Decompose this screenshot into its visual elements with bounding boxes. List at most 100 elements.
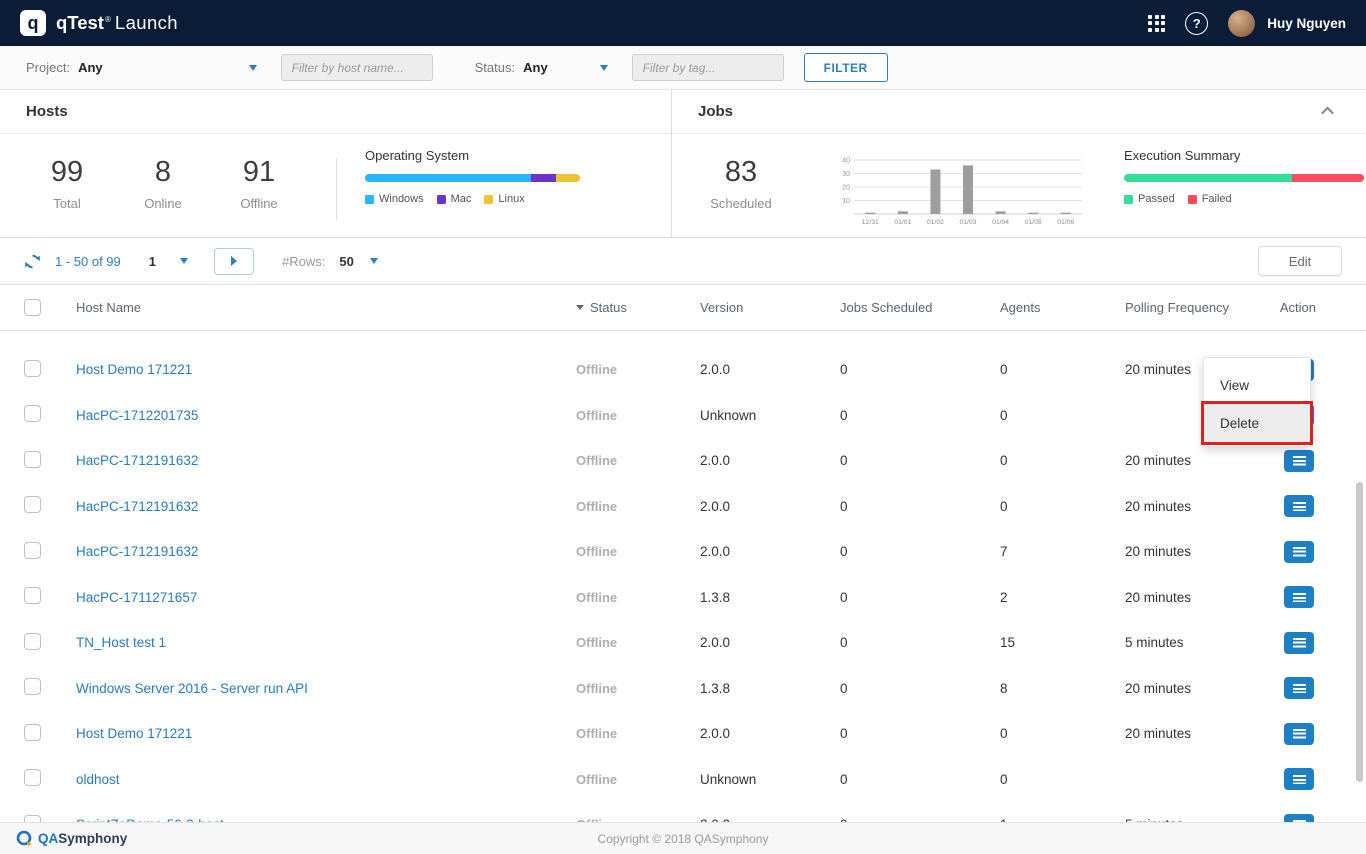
project-label: Project: [26, 60, 70, 75]
edit-button[interactable]: Edit [1258, 246, 1342, 276]
host-name-link[interactable]: HacPC-1712201735 [76, 408, 198, 423]
user-name[interactable]: Huy Nguyen [1267, 16, 1346, 31]
row-checkbox[interactable] [24, 769, 41, 786]
pagination-range: 1 - 50 of 99 [55, 254, 121, 269]
agents-count: 0 [978, 499, 1103, 514]
svg-text:10: 10 [842, 198, 850, 205]
rows-per-page-dropdown[interactable]: 50 [339, 254, 377, 269]
stat-label: Scheduled [710, 196, 772, 211]
user-avatar[interactable] [1228, 10, 1255, 37]
svg-text:01/02: 01/02 [927, 219, 944, 226]
refresh-button[interactable] [24, 253, 41, 270]
host-version: Unknown [678, 772, 818, 787]
svg-text:40: 40 [842, 158, 850, 165]
apps-grid-icon[interactable] [1148, 15, 1165, 32]
table-row: Host Demo 171221Offline2.0.00020 minutes [0, 347, 1366, 393]
host-status: Offline [556, 453, 678, 468]
hamburger-menu-icon [1293, 456, 1306, 466]
qasymphony-logo[interactable]: QASymphony [16, 830, 127, 847]
polling-frequency: 20 minutes [1103, 544, 1263, 559]
host-name-link[interactable]: HacPC-1712191632 [76, 453, 198, 468]
header-polling-frequency[interactable]: Polling Frequency [1103, 300, 1263, 315]
legend-item: Windows [365, 193, 424, 205]
polling-frequency: 20 minutes [1103, 453, 1263, 468]
legend-swatch [484, 195, 493, 204]
host-name-link[interactable]: HacPC-1712191632 [76, 499, 198, 514]
host-version: 1.3.8 [678, 681, 818, 696]
row-checkbox[interactable] [24, 724, 41, 741]
chevron-down-icon [370, 258, 378, 264]
segment-linux [556, 174, 580, 182]
table-body: Host Demo 171221Offline2.0.00020 minutes… [0, 331, 1366, 822]
host-name-link[interactable]: Host Demo 171221 [76, 726, 192, 741]
polling-frequency: 20 minutes [1103, 499, 1263, 514]
host-name-link[interactable]: Windows Server 2016 - Server run API [76, 681, 308, 696]
legend-swatch [437, 195, 446, 204]
page-dropdown[interactable]: 1 [149, 254, 188, 269]
host-status: Offline [556, 772, 678, 787]
row-checkbox[interactable] [24, 451, 41, 468]
host-name-link[interactable]: TN_Host test 1 [76, 635, 166, 650]
exec-chart-title: Execution Summary [1124, 148, 1364, 163]
host-version: 2.0.0 [678, 726, 818, 741]
stat-value: 99 [36, 156, 98, 189]
header-action: Action [1263, 300, 1366, 315]
row-checkbox[interactable] [24, 496, 41, 513]
help-icon[interactable]: ? [1185, 12, 1208, 35]
row-action-menu-button[interactable] [1284, 814, 1314, 822]
hamburger-menu-icon [1293, 684, 1306, 694]
rows-label: #Rows: [282, 254, 325, 269]
header-status[interactable]: Status [556, 300, 678, 315]
header-agents[interactable]: Agents [978, 300, 1103, 315]
page-footer: Copyright © 2018 QASymphony QASymphony [0, 822, 1366, 854]
hamburger-menu-icon [1293, 593, 1306, 603]
row-checkbox[interactable] [24, 587, 41, 604]
table-toolbar: 1 - 50 of 99 1 #Rows: 50 Edit [0, 238, 1366, 285]
row-action-menu-button[interactable] [1284, 677, 1314, 699]
next-page-button[interactable] [214, 248, 254, 275]
polling-frequency: 20 minutes [1103, 726, 1263, 741]
agents-count: 15 [978, 635, 1103, 650]
status-dropdown[interactable]: Status: Any [475, 60, 608, 75]
row-action-menu-button[interactable] [1284, 495, 1314, 517]
row-action-menu-button[interactable] [1284, 632, 1314, 654]
jobs-scheduled-count: 0 [818, 544, 978, 559]
hosts-offline-stat: 91 Offline [228, 156, 290, 211]
vertical-scrollbar[interactable] [1356, 482, 1363, 782]
row-checkbox[interactable] [24, 815, 41, 822]
operating-system-chart: Operating System WindowsMacLinux [365, 148, 580, 205]
host-name-filter-input[interactable] [281, 54, 433, 81]
qasymphony-logo-icon [16, 830, 33, 847]
header-jobs-scheduled[interactable]: Jobs Scheduled [818, 300, 978, 315]
chevron-down-icon [600, 65, 608, 71]
menu-item-delete[interactable]: Delete [1204, 404, 1310, 442]
navbar-right: ? Huy Nguyen [1148, 10, 1346, 37]
collapse-panel-button[interactable] [1314, 100, 1340, 124]
host-name-link[interactable]: HacPC-1712191632 [76, 544, 198, 559]
row-action-menu-button[interactable] [1284, 450, 1314, 472]
row-checkbox[interactable] [24, 405, 41, 422]
host-name-link[interactable]: HacPC-1711271657 [76, 590, 197, 605]
host-name-link[interactable]: Host Demo 171221 [76, 362, 192, 377]
host-name-link[interactable]: oldhost [76, 772, 120, 787]
hamburger-menu-icon [1293, 502, 1306, 512]
chevron-up-icon [1321, 107, 1334, 120]
header-host-name[interactable]: Host Name [56, 300, 556, 315]
row-checkbox[interactable] [24, 542, 41, 559]
row-checkbox[interactable] [24, 678, 41, 695]
exec-legend: PassedFailed [1124, 193, 1364, 205]
row-action-menu-button[interactable] [1284, 768, 1314, 790]
filter-button[interactable]: FILTER [804, 53, 888, 82]
menu-item-view[interactable]: View [1204, 366, 1310, 404]
row-action-menu-button[interactable] [1284, 723, 1314, 745]
svg-text:01/05: 01/05 [1025, 219, 1042, 226]
select-all-checkbox[interactable] [24, 299, 41, 316]
row-action-menu-button[interactable] [1284, 541, 1314, 563]
tag-filter-input[interactable] [632, 54, 784, 81]
row-checkbox[interactable] [24, 633, 41, 650]
project-dropdown[interactable]: Project: Any [26, 60, 257, 75]
row-action-menu-button[interactable] [1284, 586, 1314, 608]
app-brand: qTest ® Launch [56, 12, 178, 34]
row-checkbox[interactable] [24, 360, 41, 377]
header-version[interactable]: Version [678, 300, 818, 315]
